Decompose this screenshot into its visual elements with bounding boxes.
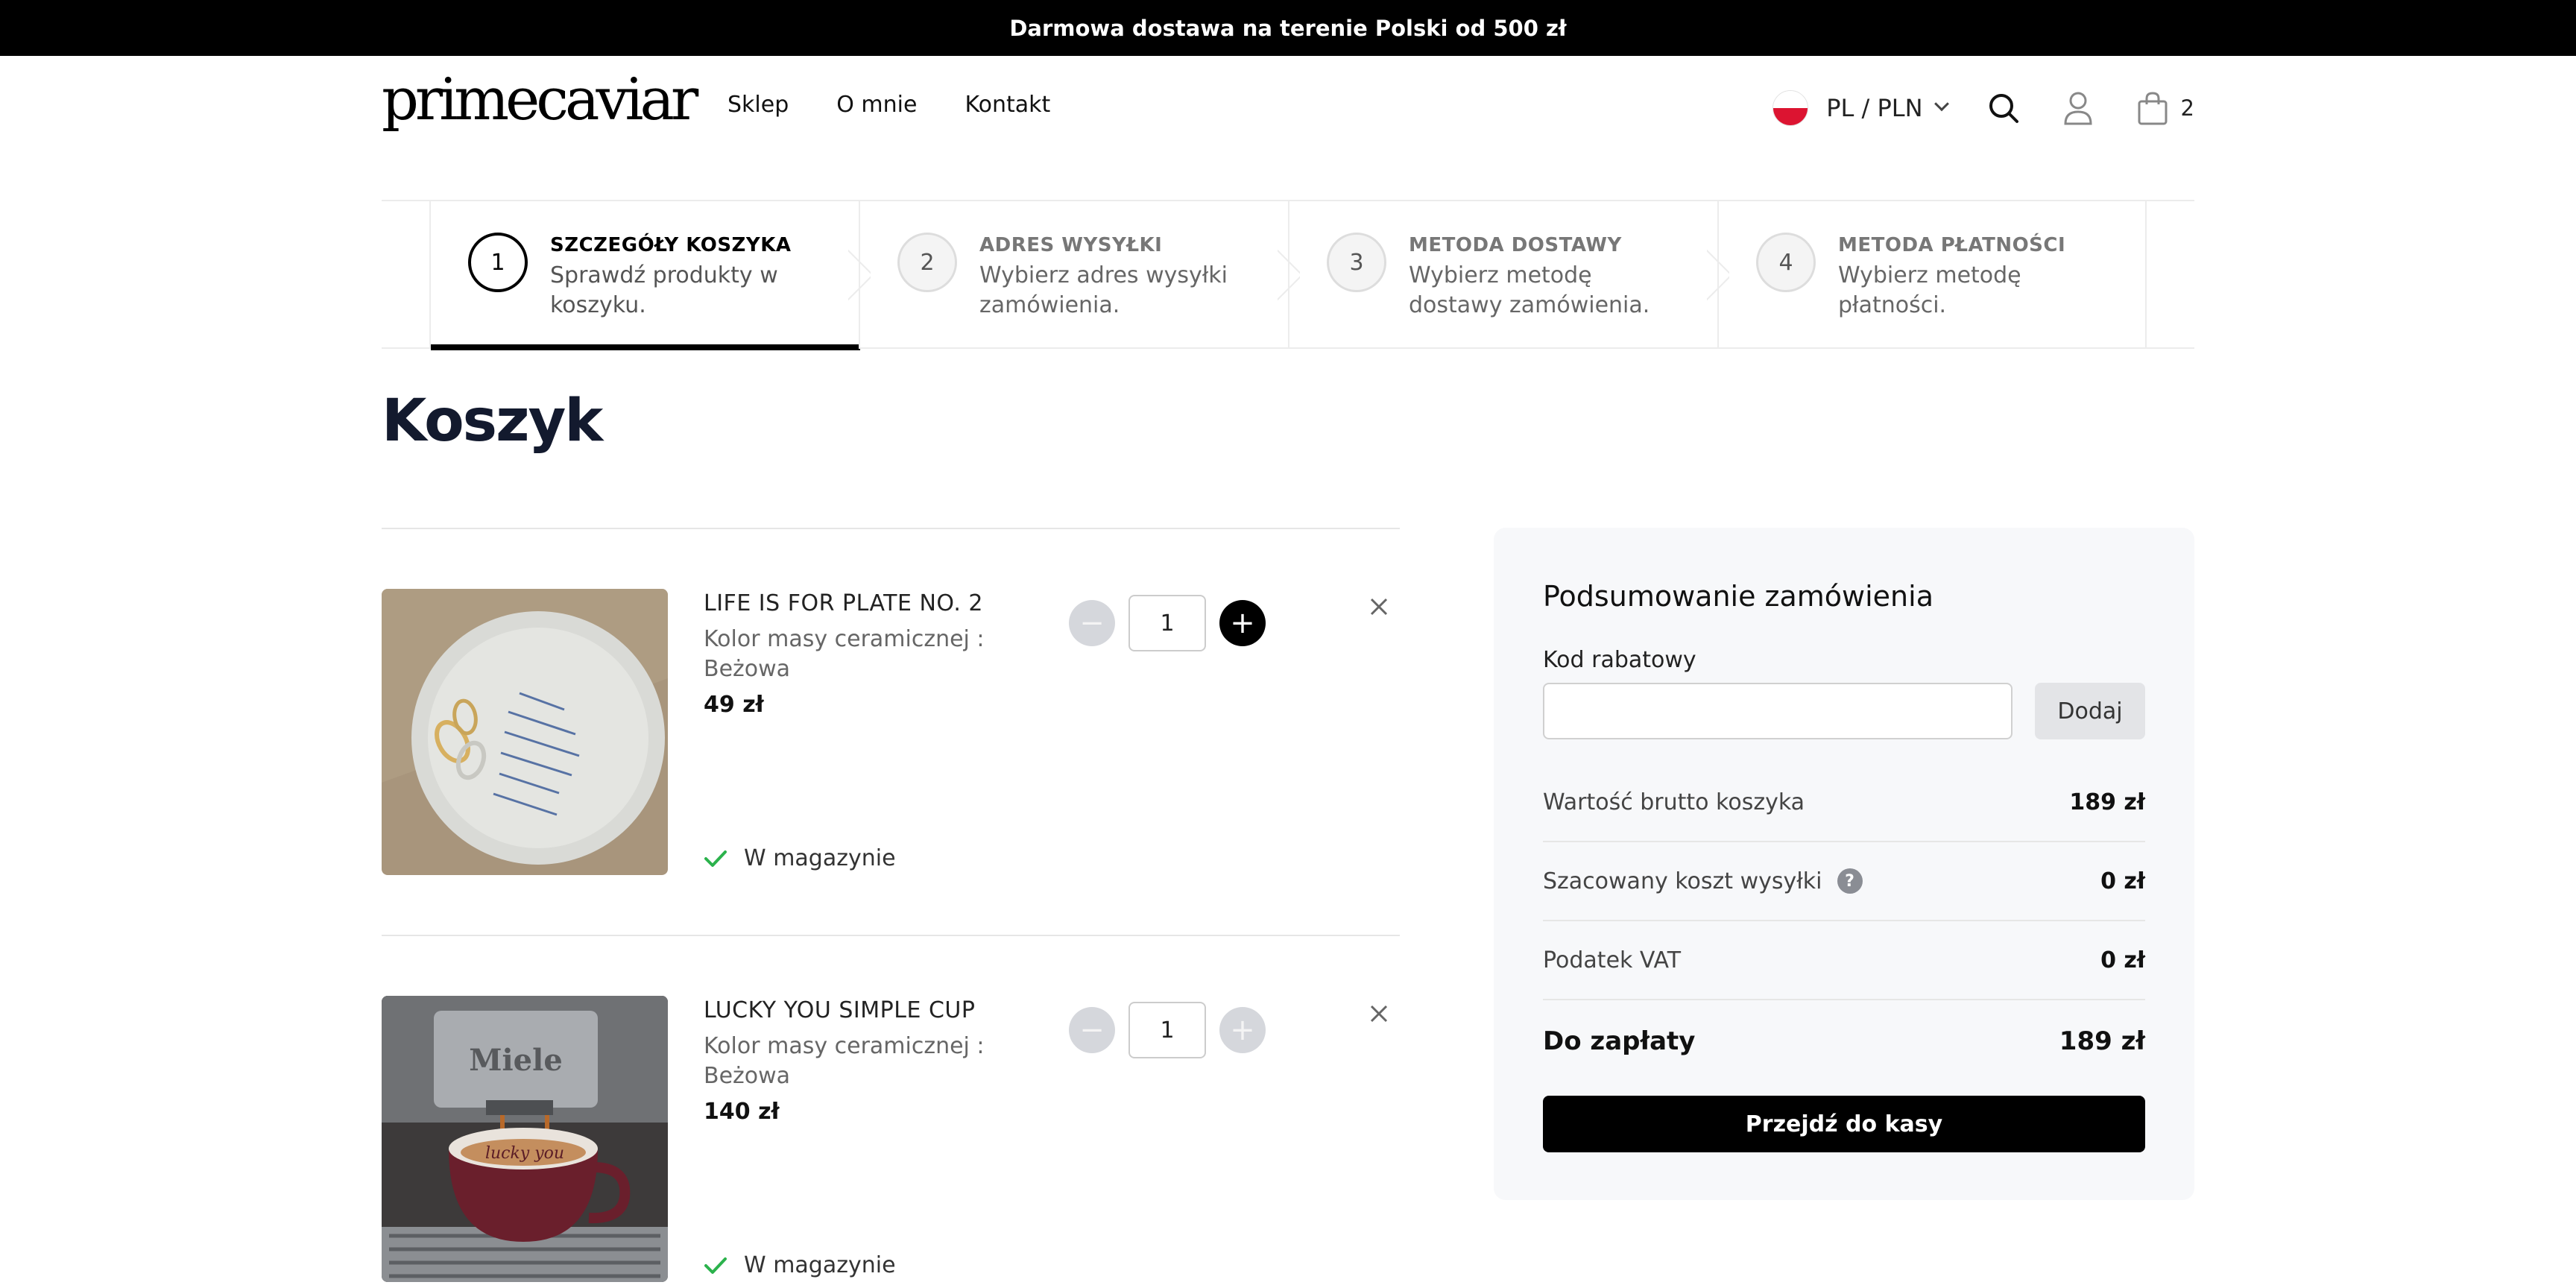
step-number: 4 <box>1756 233 1816 292</box>
page-title: Koszyk <box>382 388 603 455</box>
quantity-input[interactable]: 1 <box>1128 595 1206 651</box>
step-number: 1 <box>468 233 528 292</box>
step-number: 3 <box>1327 233 1386 292</box>
row-value: 0 zł <box>2100 947 2145 973</box>
remove-item-button[interactable] <box>1364 999 1394 1029</box>
quantity-stepper: − 1 + <box>1069 1002 1266 1058</box>
decrease-quantity-button[interactable]: − <box>1069 600 1115 646</box>
summary-title: Podsumowanie zamówienia <box>1543 580 1933 613</box>
active-step-indicator <box>431 344 860 350</box>
step-title: ADRES WYSYŁKI <box>979 234 1163 256</box>
user-icon[interactable] <box>2060 90 2096 126</box>
checkmark-icon <box>704 850 727 867</box>
summary-row-vat: Podatek VAT 0 zł <box>1543 921 2145 1000</box>
step-number: 2 <box>897 233 957 292</box>
cart-count[interactable]: 2 <box>2181 95 2194 121</box>
order-summary: Podsumowanie zamówienia Kod rabatowy Dod… <box>1494 528 2194 1200</box>
checkout-steps: 1 SZCZEGÓŁY KOSZYKA Sprawdź produkty w k… <box>382 200 2194 350</box>
summary-row-total: Do zapłaty 189 zł <box>1543 1002 2145 1081</box>
quantity-input[interactable]: 1 <box>1128 1002 1206 1058</box>
checkmark-icon <box>704 1257 727 1274</box>
logo[interactable]: primecaviar <box>382 66 698 133</box>
step-title: METODA PŁATNOŚCI <box>1838 234 2066 256</box>
step-title: METODA DOSTAWY <box>1409 234 1622 256</box>
product-name[interactable]: LIFE IS FOR PLATE NO. 2 <box>704 590 983 616</box>
product-name[interactable]: LUCKY YOU SIMPLE CUP <box>704 997 975 1023</box>
quantity-stepper: − 1 + <box>1069 595 1266 651</box>
step-title: SZCZEGÓŁY KOSZYKA <box>550 234 792 256</box>
row-label: Szacowany koszt wysyłki <box>1543 868 1822 894</box>
main-nav: Sklep O mnie Kontakt <box>727 92 1050 118</box>
product-image-cup[interactable]: Miele lucky you <box>382 996 668 1282</box>
product-image-plate[interactable] <box>382 589 668 875</box>
product-attribute: Kolor masy ceramicznej : Beżowa <box>704 626 985 682</box>
checkout-button[interactable]: Przejdź do kasy <box>1543 1096 2145 1152</box>
poland-flag-icon[interactable] <box>1772 90 1809 126</box>
search-icon[interactable] <box>1986 90 2021 126</box>
total-value: 189 zł <box>2059 1026 2145 1056</box>
step-description: Wybierz adres wysyłki zamówienia. <box>979 262 1228 318</box>
summary-row-subtotal: Wartość brutto koszyka 189 zł <box>1543 763 2145 842</box>
chevron-down-icon[interactable] <box>1933 96 1949 112</box>
shopping-bag-icon[interactable] <box>2135 90 2171 126</box>
step-description: Sprawdź produkty w koszyku. <box>550 262 778 318</box>
nav-link-about[interactable]: O mnie <box>836 92 917 118</box>
locale-selector[interactable]: PL / PLN <box>1826 94 1922 122</box>
close-icon <box>1370 598 1388 616</box>
increase-quantity-button[interactable]: + <box>1219 600 1266 646</box>
step-cart-details[interactable]: 1 SZCZEGÓŁY KOSZYKA Sprawdź produkty w k… <box>429 201 860 350</box>
apply-discount-button[interactable]: Dodaj <box>2035 683 2145 739</box>
nav-link-shop[interactable]: Sklep <box>727 92 789 118</box>
stock-status: W magazynie <box>704 845 896 871</box>
row-value: 189 zł <box>2069 789 2145 815</box>
nav-link-contact[interactable]: Kontakt <box>965 92 1050 118</box>
product-attribute: Kolor masy ceramicznej : Beżowa <box>704 1033 985 1089</box>
step-delivery-method[interactable]: 3 METODA DOSTAWY Wybierz metodę dostawy … <box>1288 201 1717 349</box>
step-description: Wybierz metodę płatności. <box>1838 262 2021 318</box>
discount-code-label: Kod rabatowy <box>1543 647 1696 673</box>
stock-label: W magazynie <box>744 845 896 871</box>
cart-item: LIFE IS FOR PLATE NO. 2 Kolor masy ceram… <box>382 529 1400 935</box>
row-value: 0 zł <box>2100 868 2145 894</box>
increase-quantity-button[interactable]: + <box>1219 1007 1266 1053</box>
help-icon[interactable]: ? <box>1837 868 1863 894</box>
site-header: primecaviar Sklep O mnie Kontakt PL / PL… <box>382 56 2194 153</box>
row-label: Wartość brutto koszyka <box>1543 789 1805 815</box>
row-label-wrap: Szacowany koszt wysyłki ? <box>1543 868 1863 894</box>
discount-code-input[interactable] <box>1543 683 2012 739</box>
free-shipping-banner: Darmowa dostawa na terenie Polski od 500… <box>0 0 2576 56</box>
close-icon <box>1370 1005 1388 1023</box>
remove-item-button[interactable] <box>1364 592 1394 622</box>
product-price: 140 zł <box>704 1099 780 1125</box>
svg-text:Miele: Miele <box>469 1043 563 1078</box>
summary-row-shipping: Szacowany koszt wysyłki ? 0 zł <box>1543 842 2145 921</box>
step-description: Wybierz metodę dostawy zamówienia. <box>1409 262 1650 318</box>
decrease-quantity-button[interactable]: − <box>1069 1007 1115 1053</box>
header-actions: PL / PLN 2 <box>1772 86 2194 130</box>
cart-item: Miele lucky you LUCKY YOU SIMPLE CUP Kol… <box>382 936 1400 1288</box>
svg-text:lucky you: lucky you <box>485 1144 564 1163</box>
step-payment-method[interactable]: 4 METODA PŁATNOŚCI Wybierz metodę płatno… <box>1717 201 2147 349</box>
product-price: 49 zł <box>704 692 764 718</box>
cart-items-list: LIFE IS FOR PLATE NO. 2 Kolor masy ceram… <box>382 528 1400 1288</box>
step-shipping-address[interactable]: 2 ADRES WYSYŁKI Wybierz adres wysyłki za… <box>859 201 1288 349</box>
total-label: Do zapłaty <box>1543 1026 1696 1056</box>
stock-status: W magazynie <box>704 1252 896 1278</box>
stock-label: W magazynie <box>744 1252 896 1278</box>
row-label: Podatek VAT <box>1543 947 1682 973</box>
